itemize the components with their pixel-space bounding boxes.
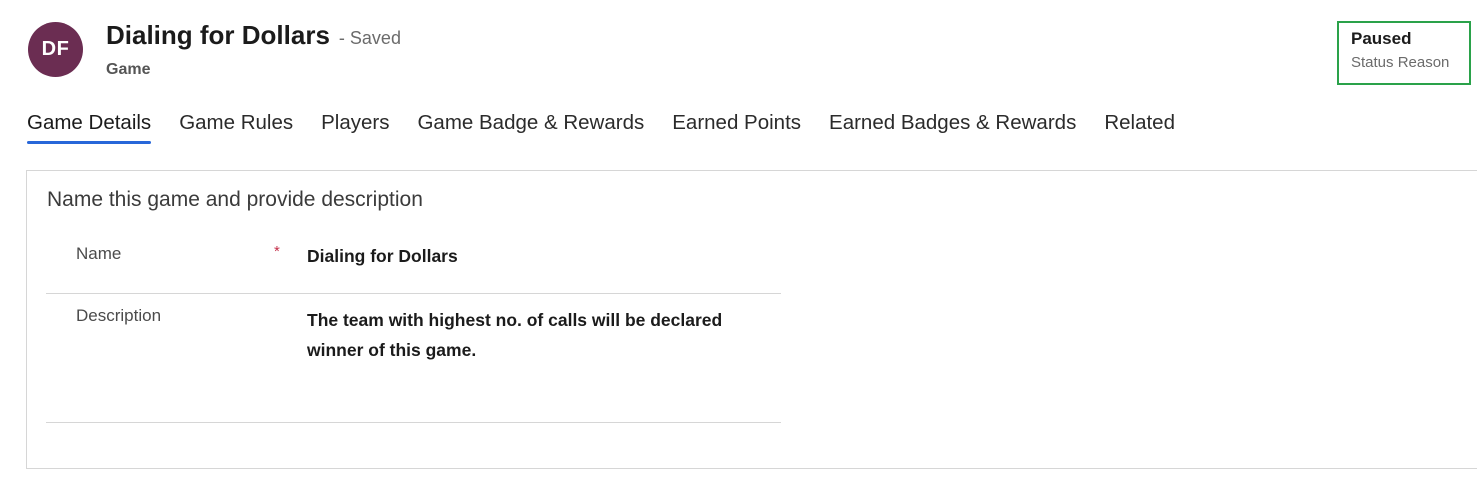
status-reason-value: Paused bbox=[1351, 29, 1412, 48]
name-field[interactable]: Dialing for Dollars bbox=[307, 246, 458, 267]
tab-earned-points[interactable]: Earned Points bbox=[672, 111, 801, 144]
avatar-initials: DF bbox=[41, 38, 70, 60]
tab-game-rules[interactable]: Game Rules bbox=[179, 111, 293, 144]
record-title-row: Dialing for Dollars - Saved bbox=[106, 20, 401, 51]
record-form-page: DF Dialing for Dollars - Saved Game Paus… bbox=[0, 0, 1477, 481]
description-field[interactable]: The team with highest no. of calls will … bbox=[307, 305, 747, 365]
description-field-label: Description bbox=[76, 306, 162, 325]
tab-related[interactable]: Related bbox=[1104, 111, 1175, 144]
description-field-row: Description The team with highest no. of… bbox=[46, 294, 781, 423]
tab-game-details[interactable]: Game Details bbox=[27, 111, 152, 144]
section-title: Name this game and provide description bbox=[47, 188, 423, 211]
status-reason-field[interactable]: Paused Status Reason bbox=[1337, 21, 1471, 85]
tab-earned-badges-rewards[interactable]: Earned Badges & Rewards bbox=[829, 111, 1076, 144]
tab-game-badge-rewards[interactable]: Game Badge & Rewards bbox=[417, 111, 644, 144]
avatar: DF bbox=[28, 22, 83, 77]
game-details-section: Name this game and provide description N… bbox=[26, 170, 1477, 469]
name-field-row: Name * Dialing for Dollars bbox=[46, 232, 781, 294]
tab-players[interactable]: Players bbox=[321, 111, 389, 144]
status-reason-label: Status Reason bbox=[1351, 54, 1450, 71]
entity-type-label: Game bbox=[106, 61, 151, 78]
record-title: Dialing for Dollars bbox=[106, 20, 330, 50]
save-status: - Saved bbox=[338, 28, 401, 48]
form-tabs: Game Details Game Rules Players Game Bad… bbox=[27, 111, 1203, 144]
name-field-label: Name bbox=[76, 244, 122, 263]
required-indicator: * bbox=[274, 243, 280, 260]
